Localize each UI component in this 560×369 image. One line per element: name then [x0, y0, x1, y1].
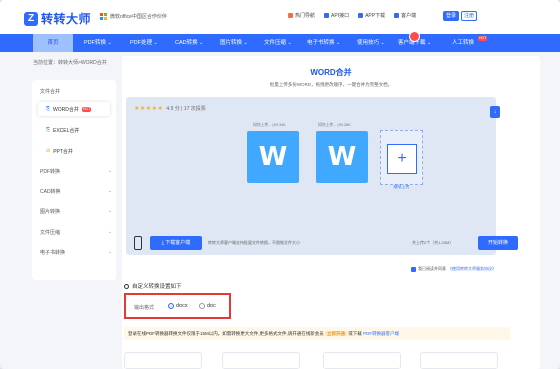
partner-badge: 微软office中国区合作伙伴: [100, 13, 167, 20]
fire-icon: [288, 13, 293, 18]
word-file-card-1[interactable]: W: [247, 131, 299, 183]
hot-badge: HOT: [81, 106, 92, 112]
sidebar-item-ppt-merge[interactable]: ⊘ PPT合并: [38, 144, 110, 158]
nav-compress[interactable]: 文件压缩 ⌄: [264, 34, 292, 52]
word-icon: W: [258, 142, 288, 172]
sidebar-group-image[interactable]: 图片转换 ⌄: [40, 208, 112, 215]
register-button[interactable]: 注册: [461, 11, 477, 21]
agreement-checkbox[interactable]: 我已阅读并同意 《使用转转大师服务协议》: [411, 266, 496, 272]
sidebar-group-compress[interactable]: 文件压缩 ⌄: [40, 229, 112, 236]
radio-selected-icon[interactable]: [168, 303, 174, 309]
top-links: 热门导航 API接口 APP下载 客户端: [288, 12, 416, 19]
chevron-down-icon: ⌄: [287, 40, 292, 46]
download-icon: [394, 13, 400, 18]
nav-pdf-process[interactable]: PDF处理 ⌄: [130, 34, 158, 52]
nav-image[interactable]: 图片转换 ⌄: [220, 34, 248, 52]
feature-card[interactable]: [124, 352, 202, 369]
chevron-down-icon: ⌄: [199, 40, 204, 46]
feature-card[interactable]: [222, 352, 300, 369]
chevron-down-icon: ⌄: [107, 208, 112, 214]
top-link-client[interactable]: 客户端: [394, 12, 416, 19]
sidebar-group-ebook[interactable]: 电子书转换 ⌄: [40, 249, 112, 256]
file-name-1: 如何上传... (93.34K: [253, 123, 286, 127]
brand-name: 转转大师: [41, 12, 92, 26]
phone-icon: [358, 13, 364, 18]
format-radio-doc[interactable]: doc: [199, 303, 216, 309]
sidebar-item-word-merge[interactable]: ⎘ WORD合并 HOT: [38, 102, 110, 116]
hot-badge: HOT: [478, 36, 488, 41]
partner-text: 微软office中国区合作伙伴: [110, 14, 167, 20]
chevron-down-icon: ⌄: [107, 40, 112, 46]
format-radio-docx[interactable]: docx: [168, 303, 188, 309]
chevron-down-icon: ⌄: [107, 249, 112, 255]
settings-circle-icon: [124, 283, 129, 289]
sidebar-group-cad[interactable]: CAD转换 ⌄: [40, 188, 112, 195]
sidebar-group-pdf[interactable]: PDF转换 ⌄: [40, 168, 112, 175]
rating: ★★★★★ 4.9 分 | 17 次投票: [134, 105, 206, 112]
feature-card[interactable]: [420, 352, 498, 369]
nav-cad[interactable]: CAD转换 ⌄: [175, 34, 203, 52]
main-nav: 首页 PDF转换 ⌄ PDF处理 ⌄ CAD转换 ⌄ 图片转换 ⌄ 文件压缩 ⌄…: [0, 34, 560, 52]
client-tip: 转转大师客户端支持批量文件转换，不限制文件大小: [208, 240, 300, 245]
chevron-down-icon: ⌄: [380, 40, 385, 46]
sidebar-group-merge[interactable]: 文件合并: [40, 88, 112, 95]
notification-dot-icon: [409, 31, 420, 42]
top-link-hot-nav[interactable]: 热门导航: [288, 12, 315, 19]
upload-area[interactable]: ★★★★★ 4.9 分 | 17 次投票: [126, 97, 496, 255]
pdf-client-link[interactable]: PDF转换器客户端: [363, 331, 399, 336]
nav-pdf-convert[interactable]: PDF转换 ⌄: [84, 34, 112, 52]
nav-ebook[interactable]: 电子书转换 ⌄: [307, 34, 340, 52]
upload-count: 共上传2个（共1.23M）: [412, 240, 454, 245]
chevron-down-icon: ⌄: [336, 40, 341, 46]
radio-unselected-icon[interactable]: [199, 303, 205, 309]
login-button[interactable]: 登录: [443, 11, 459, 21]
ppt-file-icon: ⊘: [46, 148, 51, 154]
phone-icon: [134, 236, 142, 250]
chevron-down-icon: ⌄: [107, 188, 112, 194]
page-subtitle: 批量上传多份WORD，拖拽更改顺序，一键合并为完整文档。: [269, 82, 393, 87]
microsoft-icon: [100, 13, 107, 20]
word-file-card-2[interactable]: W: [316, 131, 368, 183]
download-client-button[interactable]: ⤓ 下载客户端: [150, 236, 202, 250]
word-icon: W: [327, 142, 357, 172]
top-header: Z 转转大师 微软office中国区合作伙伴 热门导航 API接口 APP下载 …: [0, 0, 560, 34]
chevron-down-icon: ⌄: [107, 168, 112, 174]
sidebar: 文件合并 ⎘ WORD合并 HOT ⎘ EXCEL合并 ⊘ PPT合并 PDF转…: [32, 80, 116, 280]
top-link-app[interactable]: APP下载: [358, 12, 385, 19]
main-panel: WORD合并 批量上传多份WORD，拖拽更改顺序，一键合并为完整文档。 ★★★★…: [122, 56, 540, 369]
continue-upload-link[interactable]: 继续上传: [380, 184, 423, 190]
agreement-link[interactable]: 《使用转转大师服务协议》: [448, 266, 496, 272]
chevron-down-icon: ⌄: [107, 229, 112, 235]
breadcrumb: 当前位置：转转大师>WORD合并: [33, 60, 107, 66]
excel-file-icon: ⎘: [46, 127, 51, 133]
word-file-icon: ⎘: [46, 106, 51, 112]
nav-manual[interactable]: 人工转换 HOT: [452, 34, 488, 52]
nav-tips[interactable]: 使用技巧 ⌄: [357, 34, 385, 52]
api-icon: [324, 13, 330, 18]
checkbox-checked-icon[interactable]: [411, 266, 416, 272]
logo-icon: Z: [24, 11, 38, 26]
plus-icon[interactable]: +: [387, 144, 417, 174]
app-window: Z 转转大师 微软office中国区合作伙伴 热门导航 API接口 APP下载 …: [0, 0, 560, 369]
sidebar-item-excel-merge[interactable]: ⎘ EXCEL合并: [38, 123, 110, 137]
format-options-box: 输出格式 docx doc: [124, 293, 231, 319]
logo[interactable]: Z 转转大师: [24, 10, 91, 27]
chevron-down-icon: ⌄: [153, 40, 158, 46]
rating-text: 4.9 分 | 17 次投票: [166, 106, 206, 112]
page-title: WORD合并: [310, 68, 352, 77]
custom-settings-heading: 自定义转换设置如下: [124, 282, 182, 290]
nav-home[interactable]: 首页: [33, 34, 73, 52]
vip-notice: 登录在线PDF转换器转换文件仅限于15M以内。如需转换更大文件,更多格式文件,请…: [124, 327, 510, 340]
format-label: 输出格式: [134, 305, 155, 311]
file-name-2: 如何上传... (93.28K: [318, 123, 351, 127]
top-link-api[interactable]: API接口: [324, 12, 349, 19]
vip-open-button[interactable]: 立即开通: [325, 331, 348, 336]
feature-card[interactable]: [323, 352, 401, 369]
star-rating-icon[interactable]: ★★★★★: [134, 105, 163, 112]
download-arrow-icon[interactable]: ↓: [490, 106, 500, 118]
start-convert-button[interactable]: 开始转换: [478, 236, 518, 250]
chevron-down-icon: ⌄: [427, 40, 432, 46]
chevron-down-icon: ⌄: [243, 40, 248, 46]
